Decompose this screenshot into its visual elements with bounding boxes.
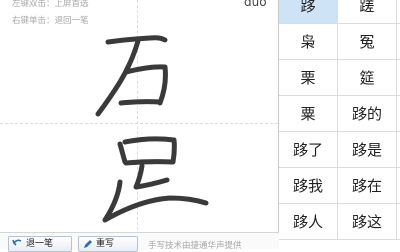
candidate-cell[interactable]: 跢在 [338,168,397,204]
candidate-cell[interactable]: 跢人 [279,204,338,240]
stroke-3 [123,64,168,106]
stroke-9 [102,179,209,223]
stroke-8 [133,163,170,190]
pencil-icon [84,240,92,248]
canvas-toolbar: 退一笔 重写 手写技术由捷通华声提供 [0,232,279,252]
provider-footnote: 手写技术由捷通华声提供 [148,241,242,251]
candidate-cell[interactable]: 粟 [279,96,338,132]
candidate-cell[interactable]: 跢的 [338,96,397,132]
handwritten-strokes [95,35,209,223]
candidate-cell[interactable]: 蹉 [338,0,397,24]
candidate-cell[interactable]: 枭 [279,24,338,60]
candidate-cell[interactable]: 跢了 [279,132,338,168]
candidate-cell[interactable]: 跢是 [338,132,397,168]
stroke-4 [118,99,163,106]
rewrite-button[interactable]: 重写 [78,236,138,252]
undo-arrow-icon [12,239,22,246]
undo-stroke-button[interactable]: 退一笔 [8,236,72,252]
candidate-cell[interactable]: 跢 [279,0,338,24]
handwriting-canvas[interactable]: 左键双击：上屏首选 右键单击：退回一笔 duo 退一笔 重写 手写技术由捷通华声… [0,0,279,252]
candidate-cell[interactable]: 跢这 [338,204,397,240]
candidate-cell[interactable]: 栗 [279,60,338,96]
stroke-5 [117,141,128,165]
candidate-cell[interactable]: 跢我 [279,168,338,204]
stroke-6 [122,136,177,165]
candidate-grid: 跢蹉枭冤栗筵粟跢的 跢了 跢是 跢我 跢在 跢人 跢这 [279,0,400,248]
stroke-7 [123,159,175,166]
candidate-cell[interactable]: 筵 [338,60,397,96]
candidate-cell[interactable]: 冤 [338,24,397,60]
